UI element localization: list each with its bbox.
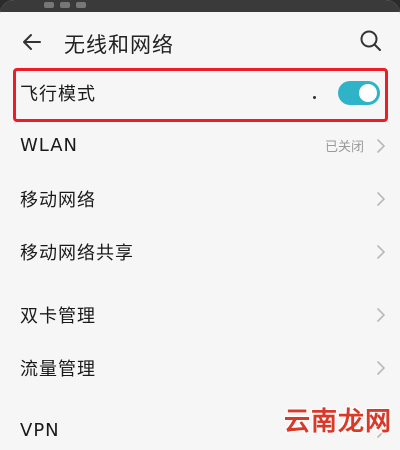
row-label: 移动网络	[20, 189, 96, 211]
row-label: 流量管理	[20, 358, 96, 380]
search-icon[interactable]	[358, 28, 384, 54]
watermark: 云南龙网	[283, 407, 392, 437]
row-wlan[interactable]: WLAN 已关闭	[0, 119, 400, 172]
back-arrow-icon[interactable]	[20, 30, 44, 54]
row-data-usage[interactable]: 流量管理	[0, 341, 400, 394]
row-tethering[interactable]: 移动网络共享	[0, 225, 400, 278]
settings-screen: 无线和网络 飞行模式 WLAN 已关闭 移动网络 移动网络共享 双卡管理 流量管…	[0, 0, 400, 450]
row-label: WLAN	[20, 135, 79, 156]
status-icons	[44, 2, 86, 10]
row-label: 移动网络共享	[20, 242, 134, 264]
row-airplane-mode[interactable]: 飞行模式	[0, 66, 400, 119]
toggle-knob	[359, 83, 377, 102]
header: 无线和网络	[0, 16, 400, 66]
chevron-right-icon	[377, 191, 386, 206]
row-dual-sim[interactable]: 双卡管理	[0, 288, 400, 341]
row-label: VPN	[20, 420, 60, 441]
chevron-right-icon	[377, 244, 386, 259]
airplane-mode-toggle[interactable]	[338, 80, 380, 105]
row-label: 飞行模式	[20, 83, 96, 105]
status-bar	[0, 0, 400, 12]
settings-list: 飞行模式 WLAN 已关闭 移动网络 移动网络共享 双卡管理 流量管理 VPN	[0, 66, 400, 450]
wlan-status: 已关闭	[324, 140, 364, 155]
chevron-right-icon	[377, 307, 386, 322]
chevron-right-icon	[377, 360, 386, 375]
row-mobile-network[interactable]: 移动网络	[0, 172, 400, 225]
dot-mark	[313, 96, 316, 99]
row-label: 双卡管理	[20, 305, 96, 327]
page-title: 无线和网络	[64, 33, 174, 57]
chevron-right-icon	[377, 138, 386, 153]
